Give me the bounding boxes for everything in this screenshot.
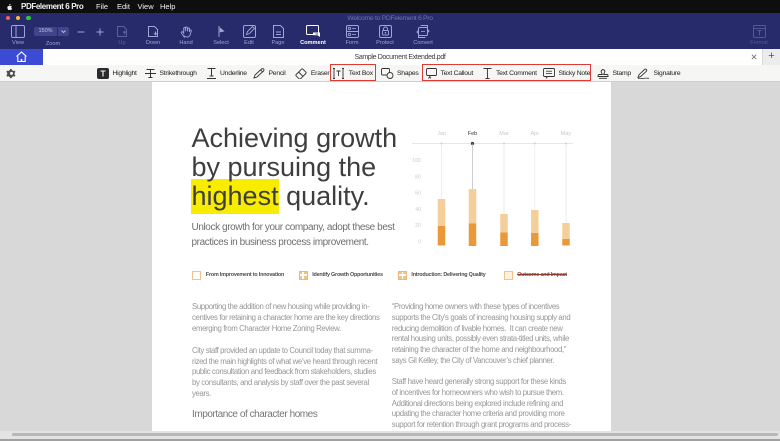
- svg-text:40: 40: [415, 207, 421, 213]
- svg-text:Jan: Jan: [437, 131, 446, 137]
- svg-text:Apr: Apr: [531, 131, 540, 137]
- svg-text:100: 100: [412, 158, 421, 164]
- svg-text:60: 60: [415, 191, 421, 197]
- svg-text:Mar: Mar: [499, 131, 509, 137]
- svg-text:Feb: Feb: [468, 131, 477, 137]
- svg-text:80: 80: [415, 174, 421, 180]
- svg-text:0: 0: [418, 239, 421, 245]
- svg-text:20: 20: [415, 223, 421, 229]
- svg-text:May: May: [561, 131, 572, 137]
